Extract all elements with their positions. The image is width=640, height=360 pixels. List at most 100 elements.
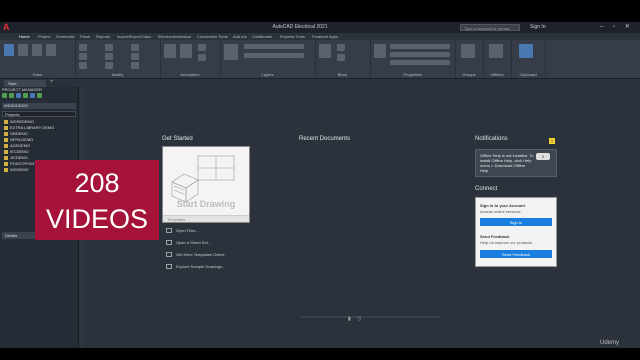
tab-featured-apps[interactable]: Featured Apps <box>312 34 338 39</box>
layer-properties-icon[interactable] <box>224 44 238 60</box>
panel-label-properties: Properties <box>403 72 422 77</box>
start-links: Open Files... Open a Sheet Set... Get Mo… <box>164 225 284 273</box>
folder-icon <box>4 161 8 166</box>
video-count: 208 <box>74 168 120 198</box>
mirror-icon[interactable] <box>105 53 113 60</box>
linetype-dropdown[interactable] <box>390 52 450 57</box>
rotate-icon[interactable] <box>105 44 113 51</box>
open-sheet-set-link[interactable]: Open a Sheet Set... <box>164 237 284 249</box>
layer-dropdown[interactable] <box>244 44 304 49</box>
new-project-icon[interactable] <box>9 93 14 98</box>
project-manager-title: PROJECT MANAGER <box>2 87 42 92</box>
dimension-icon[interactable] <box>180 44 192 58</box>
start-page: Get Started Start Drawing Templates Open… <box>86 87 640 348</box>
trim-icon[interactable] <box>131 44 139 51</box>
notification-count-badge: 1 <box>549 138 555 144</box>
table-icon[interactable] <box>198 54 206 61</box>
sign-in-link[interactable]: Sign In <box>530 24 546 30</box>
tab-home[interactable]: Home <box>19 34 30 39</box>
ribbon-tabs: Home Project Schematic Panel Reports Imp… <box>0 33 640 40</box>
tab-start[interactable]: Start <box>4 80 46 87</box>
templates-dropdown[interactable]: Templates <box>163 215 249 222</box>
get-templates-link[interactable]: Get More Templates Online <box>164 249 284 261</box>
lineweight-dropdown[interactable] <box>390 60 450 65</box>
tab-project[interactable]: Project <box>38 34 50 39</box>
insert-block-icon[interactable] <box>319 44 331 58</box>
folder-icon <box>4 131 8 136</box>
copy-icon[interactable] <box>79 53 87 60</box>
folder-icon <box>4 149 8 154</box>
explore-samples-link[interactable]: Explore Sample Drawings... <box>164 261 284 273</box>
fillet-icon[interactable] <box>131 53 139 60</box>
window-controls[interactable]: – ▫ ✕ <box>600 23 634 30</box>
video-count-label: VIDEOS <box>45 204 149 234</box>
text-icon[interactable] <box>164 44 176 58</box>
app-logo[interactable]: A <box>3 23 12 32</box>
move-icon[interactable] <box>79 44 87 51</box>
folder-icon <box>4 137 8 142</box>
project-properties-icon[interactable] <box>23 93 28 98</box>
drawing-sketch-icon <box>171 155 235 202</box>
recent-documents-title: Recent Documents <box>299 136 351 142</box>
send-feedback-button[interactable]: Send Feedback <box>480 250 552 258</box>
line-icon[interactable] <box>4 44 14 56</box>
panel-clipboard: Clipboard <box>511 40 546 78</box>
feedback-text: Help us improve our products <box>480 240 533 245</box>
color-dropdown[interactable] <box>390 44 450 49</box>
search-input[interactable]: Type a keyword or phrase <box>460 24 520 31</box>
measure-icon[interactable] <box>489 44 503 58</box>
print-icon[interactable] <box>30 93 35 98</box>
udemy-watermark: Udemy <box>600 340 620 346</box>
tab-express-tools[interactable]: Express Tools <box>280 34 305 39</box>
notification-badge[interactable]: 0 <box>536 153 550 160</box>
panel-label-clipboard: Clipboard <box>519 72 537 77</box>
paste-icon[interactable] <box>519 44 533 58</box>
panel-label-groups: Groups <box>462 72 476 77</box>
edit-block-icon[interactable] <box>337 54 345 61</box>
scale-icon[interactable] <box>105 62 113 69</box>
layer-tools[interactable] <box>244 53 304 58</box>
tab-electromechanical[interactable]: Electromechanical <box>158 34 191 39</box>
tab-conversion-tools[interactable]: Conversion Tools <box>197 34 228 39</box>
publish-icon[interactable] <box>37 93 42 98</box>
new-tab-icon[interactable]: + <box>50 79 54 85</box>
arc-icon[interactable] <box>46 44 56 56</box>
page-indicator-track <box>301 316 441 318</box>
tab-schematic[interactable]: Schematic <box>56 34 75 39</box>
panel-label-block: Block <box>337 72 348 77</box>
tab-reports[interactable]: Reports <box>96 34 110 39</box>
match-properties-icon[interactable] <box>374 44 386 58</box>
window-title: AutoCAD Electrical 2021 <box>272 24 328 30</box>
panel-label-layers: Layers <box>261 72 274 77</box>
panel-draw: Draw <box>0 40 76 78</box>
tab-import-export[interactable]: Import/Export Data <box>117 34 151 39</box>
panel-utilities: Utilities <box>483 40 512 78</box>
tab-collaborate[interactable]: Collaborate <box>252 34 272 39</box>
circle-icon[interactable] <box>32 44 42 56</box>
panel-label-utilities: Utilities <box>490 72 504 77</box>
panel-label-annotation: Annotation <box>180 72 200 77</box>
panel-layers: Layers <box>220 40 316 78</box>
panel-label-draw: Draw <box>32 72 43 77</box>
polyline-icon[interactable] <box>18 44 28 56</box>
open-files-link[interactable]: Open Files... <box>164 225 284 237</box>
start-drawing-label: Start Drawing <box>176 199 236 209</box>
active-project-dropdown[interactable]: WDSEDEMO <box>2 103 76 109</box>
page-indicator[interactable]: ▮ ▯ <box>348 316 364 322</box>
open-project-icon[interactable] <box>2 93 7 98</box>
stretch-icon[interactable] <box>79 62 87 69</box>
create-block-icon[interactable] <box>337 44 345 51</box>
leader-icon[interactable] <box>198 44 206 51</box>
notification-text: Offline Help is not installed. To instal… <box>480 153 534 173</box>
feedback-heading: Send Feedback <box>480 234 510 239</box>
projects-filter[interactable]: Projects <box>2 111 76 117</box>
group-icon[interactable] <box>461 44 475 58</box>
start-drawing-card[interactable]: Start Drawing Templates <box>162 146 250 223</box>
tab-add-ins[interactable]: Add-ins <box>233 34 247 39</box>
refresh-icon[interactable] <box>16 93 21 98</box>
array-icon[interactable] <box>131 62 139 69</box>
panel-groups: Groups <box>455 40 484 78</box>
get-started-title: Get Started <box>162 136 193 142</box>
tab-panel[interactable]: Panel <box>80 34 90 39</box>
sign-in-button[interactable]: Sign In <box>480 218 552 226</box>
